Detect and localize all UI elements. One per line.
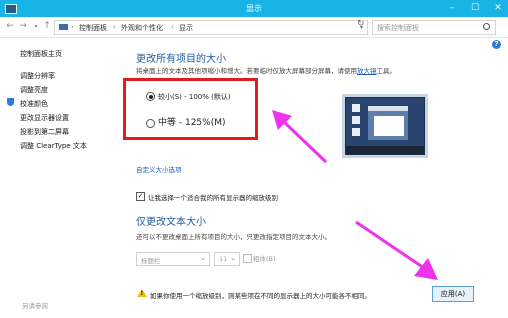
breadcrumb-separator: › [113,23,116,31]
help-icon[interactable]: ? [492,40,501,49]
chevron-down-icon: ⌄ [230,254,236,262]
custom-size-link[interactable]: 自定义大小选项 [136,164,182,174]
search-input[interactable]: 搜索控制面板 [372,20,496,35]
sidebar-item-brightness[interactable]: 调整亮度 [20,85,48,95]
sidebar: 控制面板主页 调整分辨率 调整亮度 校准颜色 更改显示器设置 投影到第二屏幕 调… [0,38,118,318]
breadcrumb-separator: › [171,23,174,31]
chevron-down-icon: ⌄ [200,254,206,262]
search-placeholder: 搜索控制面板 [377,24,419,32]
breadcrumb-control-panel[interactable]: 控制面板 [79,23,107,33]
annotation-arrow [272,110,328,164]
size-select-value: 11 [219,255,228,263]
item-select-value: 标题栏 [141,257,161,265]
breadcrumb-display[interactable]: 显示 [179,23,193,33]
bold-checkbox-label[interactable]: 粗体(B) [253,253,276,263]
section-title-text-size: 仅更改文本大小 [136,217,206,228]
sidebar-item-cleartype[interactable]: 调整 ClearType 文本 [20,141,87,151]
description-suffix: 工具。 [376,67,397,75]
description-text: 将桌面上的文本及其他项缩小和增大。若要临时仅放大屏幕部分屏幕，请使用 [136,67,357,75]
bold-checkbox[interactable] [243,254,252,263]
close-icon[interactable]: ✕ [486,0,508,17]
control-panel-icon [59,24,68,30]
recent-dropdown-icon[interactable]: ▾ [31,23,41,30]
warning-mark: ! [140,290,144,297]
sidebar-item-home[interactable]: 控制面板主页 [20,49,62,59]
scaling-checkbox-label[interactable]: 让我选择一个适合我的所有显示器的缩放级别 [148,192,278,202]
annotation-arrow [355,220,438,280]
window-title: 显示 [246,4,262,13]
search-icon[interactable] [483,23,490,30]
breadcrumb[interactable]: › 控制面板 › 外观和个性化 › 显示 ▾ [54,20,368,35]
breadcrumb-separator: › [71,23,74,31]
sidebar-item-project[interactable]: 投影到第二屏幕 [20,127,69,137]
address-bar: ← → ▾ ↑ › 控制面板 › 外观和个性化 › 显示 ▾ ↻ 搜索控制面板 [0,17,508,38]
sidebar-item-resolution[interactable]: 调整分辨率 [20,71,55,81]
apply-button[interactable]: 应用(A) [432,286,474,302]
shield-icon [7,98,14,106]
up-icon[interactable]: ↑ [42,21,52,31]
page-title: 更改所有项目的大小 [136,54,226,65]
title-bar: 显示 – ☐ ✕ [0,0,508,17]
text-size-description: 还可以不更改桌面上所有项目的大小，只更改指定项目的文本大小。 [136,233,331,241]
warning-text: 如果你使用一个缩放级别，则某些项在不同的显示器上的大小可能各不相同。 [150,292,371,300]
forward-icon[interactable]: → [18,21,28,31]
sidebar-item-monitor-settings[interactable]: 更改显示器设置 [20,113,69,123]
sidebar-item-calibrate[interactable]: 校准颜色 [20,99,48,109]
magnifier-link[interactable]: 放大镜 [357,67,377,75]
highlight-box [123,78,258,140]
see-also-label: 另请参阅 [22,302,48,310]
maximize-icon[interactable]: ☐ [463,0,487,17]
display-settings-window: 显示 – ☐ ✕ ← → ▾ ↑ › 控制面板 › 外观和个性化 › 显示 ▾ … [0,0,508,318]
back-icon[interactable]: ← [5,21,15,31]
size-select[interactable]: 11 ⌄ [214,252,240,266]
page-description: 将桌面上的文本及其他项缩小和增大。若要临时仅放大屏幕部分屏幕，请使用放大镜工具。 [136,65,396,75]
breadcrumb-appearance[interactable]: 外观和个性化 [121,23,163,33]
minimize-icon[interactable]: – [440,0,464,17]
display-preview-image [342,94,428,158]
item-select[interactable]: 标题栏 ⌄ [136,252,210,266]
scaling-checkbox[interactable]: ✓ [136,192,145,201]
refresh-icon[interactable]: ↻ [357,19,365,29]
